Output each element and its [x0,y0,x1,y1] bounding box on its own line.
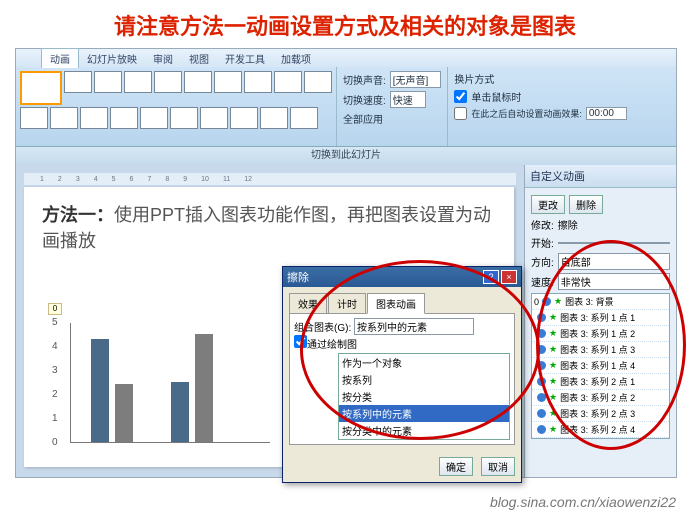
tab-dev[interactable]: 开发工具 [217,49,273,68]
anim-item[interactable]: ★图表 3: 系列 1 点 2 [532,326,669,342]
ribbon-tabs: 动画 幻灯片放映 审阅 视图 开发工具 加载项 [16,49,676,67]
remove-button[interactable]: 删除 [569,195,603,214]
dd-option[interactable]: 作为一个对象 [339,354,509,371]
tab-addins[interactable]: 加载项 [273,49,319,68]
slide-caption: 切换到此幻灯片 [16,147,676,165]
ytick: 5 [52,317,58,328]
start-label: 开始: [531,235,554,250]
bar-3 [195,334,213,442]
sound-select[interactable]: [无声音] [390,71,442,88]
dd-option[interactable]: 按系列 [339,371,509,388]
ok-button[interactable]: 确定 [439,457,473,476]
close-icon[interactable]: × [501,270,517,284]
ytick: 3 [52,365,58,376]
dd-option[interactable]: 按分类中的元素 [339,422,509,439]
anim-item[interactable]: ★图表 3: 系列 2 点 3 [532,406,669,422]
sound-label: 切换声音: [343,72,386,87]
slide-title: 方法一：使用PPT插入图表功能作图，再把图表设置为动画播放 [42,201,496,253]
watermark: blog.sina.com.cn/xiaowenzi22 [490,494,676,510]
on-click-label: 单击鼠标时 [471,89,521,104]
pane-title: 自定义动画 [525,165,676,188]
ytick: 2 [52,389,58,400]
tab-review[interactable]: 审阅 [145,49,181,68]
auto-checkbox[interactable] [454,107,467,120]
cancel-button[interactable]: 取消 [481,457,515,476]
tab-animation[interactable]: 动画 [41,48,79,68]
group-chart-select[interactable]: 按系列中的元素 [354,318,474,335]
on-click-checkbox[interactable] [454,90,467,103]
bar-1 [115,384,133,442]
start-select[interactable] [558,242,670,244]
help-icon[interactable]: ? [483,270,499,284]
pane-speed-select[interactable]: 非常快 [558,273,670,290]
ribbon: 切换声音: [无声音] 切换速度: 快速 全部应用 换片方式 单击鼠标时 在此之后自… [16,67,676,147]
tab-slideshow[interactable]: 幻灯片放映 [79,49,145,68]
tab-view[interactable]: 视图 [181,49,217,68]
anim-item[interactable]: ★图表 3: 系列 2 点 4 [532,422,669,438]
draw-checkbox[interactable] [294,335,307,348]
ytick: 4 [52,341,58,352]
dialog-title: 擦除 [287,269,309,285]
ribbon-group-advance: 换片方式 单击鼠标时 在此之后自动设置动画效果:00:00 [447,67,597,146]
dlg-tab-timing[interactable]: 计时 [328,293,366,314]
change-button[interactable]: 更改 [531,195,565,214]
direction-select[interactable]: 自底部 [558,253,670,270]
ytick: 0 [52,437,58,448]
anim-item[interactable]: ★图表 3: 系列 2 点 2 [532,390,669,406]
group-chart-label: 组合图表(G): [294,323,351,334]
bar-0 [91,339,109,442]
anim-item[interactable]: ★图表 3: 系列 1 点 1 [532,310,669,326]
modify-value: 擦除 [558,217,578,232]
anim-tag: 0 [48,303,62,315]
group-dropdown-list[interactable]: 作为一个对象按系列按分类按系列中的元素按分类中的元素 [338,353,510,440]
pane-speed-label: 速度: [531,274,554,289]
dlg-tab-effect[interactable]: 效果 [289,293,327,314]
effect-dialog: 擦除 ?× 效果 计时 图表动画 组合图表(G): 按系列中的元素 通过绘制图 … [282,266,522,483]
apply-all-button[interactable]: 全部应用 [343,111,383,126]
direction-label: 方向: [531,254,554,269]
anim-item[interactable]: ★图表 3: 系列 1 点 3 [532,342,669,358]
anim-item[interactable]: ★图表 3: 系列 1 点 4 [532,358,669,374]
auto-label: 在此之后自动设置动画效果: [471,107,582,120]
draw-label: 通过绘制图 [307,340,357,351]
ytick: 1 [52,413,58,424]
dd-option[interactable]: 按系列中的元素 [339,405,509,422]
custom-animation-pane: 自定义动画 更改删除 修改: 擦除 开始: 方向: 自底部 速度: 非常快 0★图表 … [524,165,676,477]
advance-title: 换片方式 [454,71,591,86]
auto-time[interactable]: 00:00 [586,107,627,120]
bar-2 [171,382,189,442]
modify-label: 修改: [531,217,554,232]
animation-list[interactable]: 0★图表 3: 背景★图表 3: 系列 1 点 1★图表 3: 系列 1 点 2… [531,293,670,439]
ruler: 123456789101112 [24,173,516,185]
speed-label: 切换速度: [343,92,386,107]
dlg-tab-chartanim[interactable]: 图表动画 [367,293,425,314]
dd-option[interactable]: 按分类 [339,388,509,405]
chart[interactable]: 012345 0 [48,309,278,449]
ribbon-group-sound: 切换声音: [无声音] 切换速度: 快速 全部应用 [336,67,447,146]
instruction-banner: 请注意方法一动画设置方式及相关的对象是图表 [114,9,576,41]
anim-item[interactable]: ★图表 3: 系列 2 点 1 [532,374,669,390]
transition-gallery[interactable] [16,67,336,146]
anim-item[interactable]: 0★图表 3: 背景 [532,294,669,310]
speed-select[interactable]: 快速 [390,91,426,108]
